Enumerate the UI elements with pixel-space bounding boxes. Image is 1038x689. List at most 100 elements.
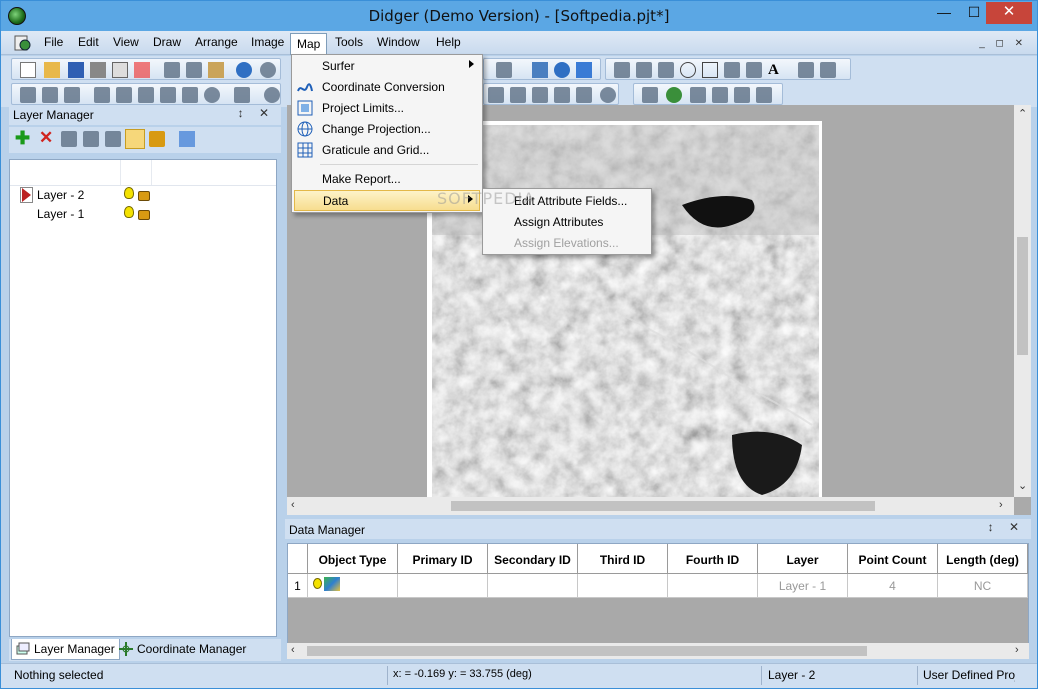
menu-item-assign-attributes[interactable]: Assign Attributes — [485, 212, 649, 233]
spline-icon[interactable] — [724, 62, 740, 78]
tab-layer-manager[interactable]: Layer Manager — [11, 639, 120, 660]
smooth-icon[interactable] — [204, 87, 220, 103]
column-header[interactable]: Secondary ID — [488, 544, 578, 574]
distribute-icon[interactable] — [576, 87, 592, 103]
secondary-id-cell[interactable] — [488, 574, 578, 598]
maximize-button[interactable]: ☐ — [960, 2, 988, 24]
primary-id-cell[interactable] — [398, 574, 488, 598]
menu-draw[interactable]: Draw — [153, 35, 181, 49]
satellite-map-image[interactable] — [432, 125, 819, 497]
horizontal-scroll-thumb[interactable] — [451, 501, 875, 511]
curve-icon[interactable] — [746, 62, 762, 78]
select-crosshair-icon[interactable] — [614, 62, 630, 78]
menu-help[interactable]: Help — [436, 35, 461, 49]
layer-manager-pane-controls[interactable]: ↕ ✕ — [238, 106, 275, 120]
layer-row-2[interactable]: Layer - 2 — [10, 186, 276, 204]
redo-icon[interactable] — [260, 62, 276, 78]
mdi-window-controls[interactable]: _ ◻ ✕ — [979, 38, 1027, 49]
menu-item-graticule-grid[interactable]: Graticule and Grid... — [294, 140, 480, 161]
globe-projection-icon[interactable] — [666, 87, 682, 103]
column-header[interactable]: Primary ID — [398, 544, 488, 574]
clip-icon[interactable] — [182, 87, 198, 103]
reshape-icon[interactable] — [42, 87, 58, 103]
vertical-scroll-thumb[interactable] — [1017, 237, 1028, 355]
print-preview-icon[interactable] — [134, 62, 150, 78]
graticule-globe-icon[interactable] — [554, 62, 570, 78]
column-header[interactable]: Layer — [758, 544, 848, 574]
delete-layer-icon[interactable]: ✕ — [39, 129, 55, 147]
menu-view[interactable]: View — [113, 35, 139, 49]
scroll-right-icon[interactable]: › — [1015, 644, 1019, 656]
minimize-button[interactable]: — — [930, 2, 958, 24]
menu-item-project-limits[interactable]: Project Limits... — [294, 98, 480, 119]
map-vertical-scrollbar[interactable]: ⌃ ⌄ — [1014, 105, 1031, 497]
scroll-left-icon[interactable]: ‹ — [291, 644, 295, 656]
copy-icon[interactable] — [186, 62, 202, 78]
pan-hand-icon[interactable] — [496, 62, 512, 78]
scroll-up-icon[interactable]: ⌃ — [1018, 107, 1027, 120]
scroll-left-icon[interactable]: ‹ — [291, 499, 295, 511]
open-folder-icon[interactable] — [44, 62, 60, 78]
ellipse-icon[interactable] — [680, 62, 696, 78]
menu-edit[interactable]: Edit — [78, 35, 99, 49]
cut-icon[interactable] — [164, 62, 180, 78]
map-horizontal-scrollbar[interactable]: ‹ › — [287, 497, 1014, 515]
text-icon[interactable]: A — [768, 62, 784, 78]
layers-stack-icon[interactable] — [756, 87, 772, 103]
digitize-icon[interactable] — [734, 87, 750, 103]
group-icon[interactable] — [94, 87, 110, 103]
menu-image[interactable]: Image — [251, 35, 284, 49]
close-button[interactable]: ✕ — [986, 2, 1032, 24]
split-icon[interactable] — [160, 87, 176, 103]
menu-window[interactable]: Window — [377, 35, 420, 49]
node-edit-icon[interactable] — [20, 87, 36, 103]
undo-icon[interactable] — [236, 62, 252, 78]
tab-coordinate-manager[interactable]: Coordinate Manager — [115, 639, 250, 660]
data-grid-horizontal-scrollbar[interactable]: ‹ › — [287, 643, 1029, 659]
menu-arrange[interactable]: Arrange — [195, 35, 238, 49]
column-header[interactable]: Object Type — [308, 544, 398, 574]
menu-item-change-projection[interactable]: Change Projection... — [294, 119, 480, 140]
layer-properties-icon[interactable] — [61, 131, 77, 147]
print-icon[interactable] — [90, 62, 106, 78]
polyline-icon[interactable] — [636, 62, 652, 78]
visible-bulb-icon[interactable] — [124, 206, 134, 218]
layer-cell[interactable]: Layer - 1 — [758, 574, 848, 598]
horizontal-scroll-thumb[interactable] — [307, 646, 867, 656]
move-points-icon[interactable] — [642, 87, 658, 103]
menu-item-make-report[interactable]: Make Report... — [294, 169, 480, 190]
refresh-icon[interactable] — [600, 87, 616, 103]
menu-tools[interactable]: Tools — [335, 35, 363, 49]
rectangle-icon[interactable] — [702, 62, 718, 78]
length-cell[interactable]: NC — [938, 574, 1028, 598]
home-icon[interactable] — [798, 62, 814, 78]
menu-map[interactable]: Map — [290, 33, 328, 55]
third-id-cell[interactable] — [578, 574, 668, 598]
combine-icon[interactable] — [138, 87, 154, 103]
table-row[interactable]: 1 Layer - 1 4 NC — [288, 574, 1028, 598]
fourth-id-cell[interactable] — [668, 574, 758, 598]
data-manager-pane-controls[interactable]: ↕ ✕ — [988, 520, 1025, 534]
save-icon[interactable] — [68, 62, 84, 78]
menu-file[interactable]: File — [44, 35, 63, 49]
scroll-right-icon[interactable]: › — [999, 499, 1003, 511]
zoom-page-icon[interactable] — [532, 62, 548, 78]
unlock-icon[interactable] — [138, 191, 150, 201]
column-header[interactable]: Third ID — [578, 544, 668, 574]
symbol-icon[interactable] — [820, 62, 836, 78]
menu-item-surfer[interactable]: Surfer — [294, 56, 480, 77]
align-middle-icon[interactable] — [532, 87, 548, 103]
align-bottom-icon[interactable] — [554, 87, 570, 103]
layer-name[interactable]: Layer - 2 — [37, 188, 84, 202]
grid-icon[interactable] — [576, 62, 592, 78]
column-header[interactable]: Fourth ID — [668, 544, 758, 574]
transform-icon[interactable] — [712, 87, 728, 103]
layer-name[interactable]: Layer - 1 — [37, 207, 84, 221]
unlock-icon[interactable] — [138, 210, 150, 220]
polygon-icon[interactable] — [658, 62, 674, 78]
object-type-cell[interactable] — [308, 574, 398, 598]
point-count-cell[interactable]: 4 — [848, 574, 938, 598]
align-top-icon[interactable] — [510, 87, 526, 103]
export-icon[interactable] — [112, 62, 128, 78]
layer-row-1[interactable]: Layer - 1 — [10, 205, 276, 223]
